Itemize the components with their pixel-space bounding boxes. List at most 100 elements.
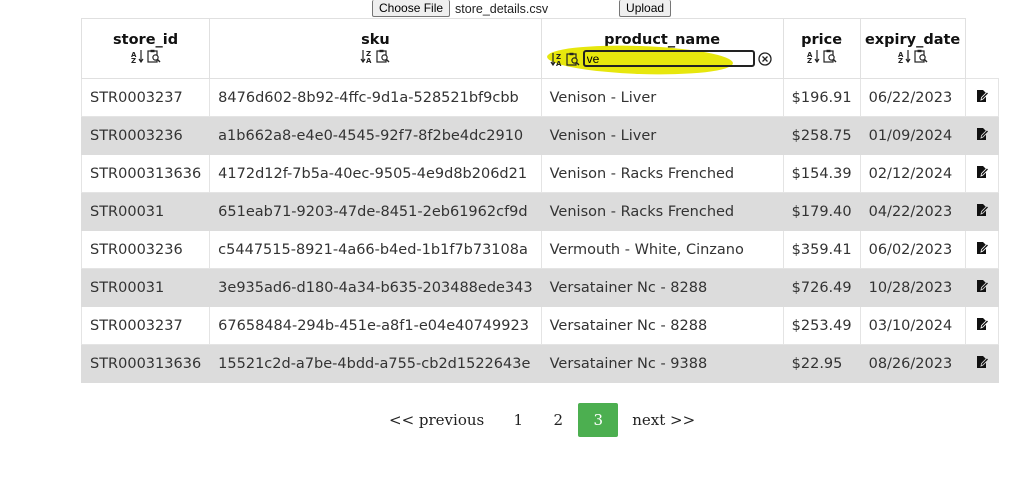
svg-text:A: A — [556, 60, 562, 66]
cell-price: $22.95 — [782, 344, 861, 383]
cell-expiry-date: 02/12/2024 — [859, 154, 966, 193]
edit-icon[interactable] — [975, 127, 989, 141]
cell-expiry-date: 01/09/2024 — [859, 116, 966, 155]
svg-text:A: A — [366, 57, 372, 63]
page-link-1[interactable]: 1 — [498, 403, 538, 437]
cell-product-name: Venison - Liver — [540, 116, 784, 155]
product-name-filter-input[interactable] — [582, 50, 755, 67]
header-expiry-date: expiry_date AZ — [859, 18, 966, 79]
cell-sku: 3e935ad6-d180-4a34-b635-203488ede343 — [209, 268, 542, 307]
filter-icon[interactable] — [146, 49, 161, 63]
header-sku: sku ZA — [209, 18, 542, 79]
svg-text:Z: Z — [898, 57, 903, 63]
cell-product-name: Vermouth - White, Cinzano — [540, 230, 784, 269]
sort-az-icon[interactable]: AZ — [898, 49, 912, 63]
cell-product-name: Versatainer Nc - 8288 — [540, 268, 784, 307]
edit-icon[interactable] — [975, 165, 989, 179]
page-link-2[interactable]: 2 — [538, 403, 578, 437]
cell-expiry-date: 04/22/2023 — [859, 192, 966, 231]
svg-text:Z: Z — [807, 57, 812, 63]
cell-sku: c5447515-8921-4a66-b4ed-1b1f7b73108a — [209, 230, 542, 269]
edit-icon[interactable] — [975, 317, 989, 331]
table-row: STR000313636 4172d12f-7b5a-40ec-9505-4e9… — [80, 154, 999, 193]
table-row: STR00031 3e935ad6-d180-4a34-b635-203488e… — [80, 268, 999, 307]
cell-product-name: Venison - Racks Frenched — [540, 154, 784, 193]
table-row: STR0003237 67658484-294b-451e-a8f1-e04e4… — [80, 306, 999, 345]
filter-icon[interactable] — [823, 49, 837, 63]
cell-expiry-date: 03/10/2024 — [859, 306, 966, 345]
table-row: STR0003236 a1b662a8-e4e0-4545-92f7-8f2be… — [80, 116, 999, 155]
data-table: store_id AZ sku ZA product_name ZA ve pr… — [80, 18, 999, 383]
table-row: STR000313636 15521c2d-a7be-4bdd-a755-cb2… — [80, 344, 999, 383]
cell-store-id: STR0003236 — [80, 116, 211, 155]
cell-store-id: STR0003237 — [80, 306, 211, 345]
cell-product-name: Versatainer Nc - 8288 — [540, 306, 784, 345]
next-page-link[interactable]: next >> — [618, 403, 705, 437]
cell-store-id: STR000313636 — [80, 344, 211, 383]
row-actions — [964, 306, 999, 345]
row-actions — [964, 192, 999, 231]
table-row: STR0003237 8476d602-8b92-4ffc-9d1a-52852… — [80, 78, 999, 117]
cell-price: $196.91 — [782, 78, 861, 117]
cell-product-name: Venison - Racks Frenched — [540, 192, 784, 231]
edit-icon[interactable] — [975, 279, 989, 293]
page-link-3-current[interactable]: 3 — [578, 403, 619, 437]
filter-icon[interactable] — [566, 52, 580, 66]
cell-store-id: STR0003237 — [80, 78, 211, 117]
cell-product-name: Venison - Liver — [540, 78, 784, 117]
header-price-label: price — [801, 32, 843, 48]
cell-sku: 651eab71-9203-47de-8451-2eb61962cf9d — [209, 192, 542, 231]
upload-button[interactable]: Upload — [619, 0, 672, 17]
header-store-id: store_id AZ — [80, 18, 211, 79]
edit-icon[interactable] — [975, 203, 989, 217]
row-actions — [964, 344, 999, 383]
cell-store-id: STR00031 — [80, 192, 211, 231]
cell-expiry-date: 10/28/2023 — [859, 268, 966, 307]
header-product-name: product_name ZA — [540, 18, 784, 79]
edit-icon[interactable] — [975, 355, 989, 369]
sort-za-icon[interactable]: ZA — [360, 49, 374, 63]
cell-expiry-date: 06/22/2023 — [859, 78, 966, 117]
header-row: store_id AZ sku ZA product_name ZA ve pr… — [80, 18, 999, 79]
cell-price: $359.41 — [782, 230, 861, 269]
cell-sku: 15521c2d-a7be-4bdd-a755-cb2d1522643e — [209, 344, 542, 383]
cell-store-id: STR000313636 — [80, 154, 211, 193]
cell-sku: 8476d602-8b92-4ffc-9d1a-528521bf9cbb — [209, 78, 542, 117]
cell-price: $258.75 — [782, 116, 861, 155]
edit-icon[interactable] — [975, 89, 989, 103]
cell-expiry-date: 08/26/2023 — [859, 344, 966, 383]
clear-icon[interactable] — [757, 51, 772, 66]
header-store-id-label: store_id — [113, 32, 179, 48]
edit-icon[interactable] — [975, 241, 989, 255]
cell-sku: 67658484-294b-451e-a8f1-e04e40749923 — [209, 306, 542, 345]
cell-price: $179.40 — [782, 192, 861, 231]
cell-expiry-date: 06/02/2023 — [859, 230, 966, 269]
cell-sku: 4172d12f-7b5a-40ec-9505-4e9d8b206d21 — [209, 154, 542, 193]
cell-store-id: STR0003236 — [80, 230, 211, 269]
choose-file-button[interactable]: Choose File — [372, 0, 451, 17]
cell-price: $253.49 — [782, 306, 861, 345]
table-row: STR0003236 c5447515-8921-4a66-b4ed-1b1f7… — [80, 230, 999, 269]
selected-file-name: store_details.csv — [455, 1, 549, 16]
sort-za-icon[interactable]: ZA — [550, 52, 564, 66]
row-actions — [964, 230, 999, 269]
sort-az-icon[interactable]: AZ — [807, 49, 821, 63]
row-actions — [964, 116, 999, 155]
filter-icon[interactable] — [914, 49, 928, 63]
header-price: price AZ — [782, 18, 861, 79]
header-product-name-label: product_name — [604, 32, 721, 48]
cell-price: $726.49 — [782, 268, 861, 307]
svg-text:Z: Z — [131, 57, 136, 63]
cell-store-id: STR00031 — [80, 268, 211, 307]
header-expiry-date-label: expiry_date — [864, 32, 961, 48]
cell-product-name: Versatainer Nc - 9388 — [540, 344, 784, 383]
filter-icon[interactable] — [376, 49, 390, 63]
row-actions — [964, 268, 999, 307]
sort-az-icon[interactable]: AZ — [131, 49, 145, 63]
pagination: << previous 1 2 3 next >> — [381, 403, 705, 437]
cell-sku: a1b662a8-e4e0-4545-92f7-8f2be4dc2910 — [209, 116, 542, 155]
upload-bar: Choose File store_details.csv Upload — [372, 0, 672, 17]
previous-page-link[interactable]: << previous — [381, 403, 498, 437]
header-actions — [964, 18, 999, 79]
table-row: STR00031 651eab71-9203-47de-8451-2eb6196… — [80, 192, 999, 231]
